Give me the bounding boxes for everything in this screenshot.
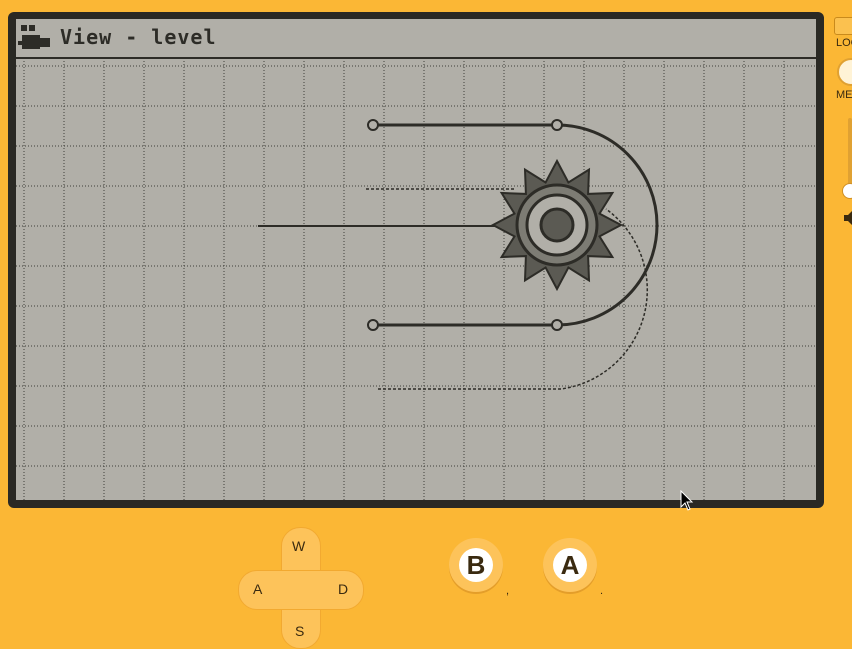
volume-slider-knob[interactable]	[842, 183, 852, 199]
sawblade-ring	[539, 207, 575, 243]
dpad-center	[282, 571, 318, 607]
track-node	[367, 319, 379, 331]
b-button-label: B	[459, 548, 493, 582]
track-node	[551, 319, 563, 331]
lock-label: LOC	[836, 37, 852, 49]
level-grid	[16, 61, 816, 500]
b-key-hint: ,	[506, 585, 510, 597]
a-key-hint: .	[600, 585, 604, 597]
game-screen[interactable]: View - level	[16, 19, 816, 500]
b-button[interactable]: B	[449, 538, 503, 592]
menu-label: MEN	[836, 89, 852, 101]
dpad-up-button[interactable]: W	[292, 538, 305, 554]
volume-slider[interactable]	[848, 118, 852, 190]
a-button[interactable]: A	[543, 538, 597, 592]
dpad-down-button[interactable]: S	[295, 623, 304, 639]
menu-button[interactable]	[837, 58, 852, 86]
level-canvas	[16, 61, 816, 500]
side-panel: LOC MEN	[830, 0, 852, 635]
speaker-icon[interactable]	[844, 210, 852, 226]
dpad-right-button[interactable]: D	[338, 581, 348, 597]
track-node	[551, 119, 563, 131]
sawblade-icon	[490, 158, 624, 292]
mouse-cursor-icon	[680, 490, 694, 511]
lock-button[interactable]	[834, 17, 852, 35]
track-node	[367, 119, 379, 131]
dpad-left-button[interactable]: A	[253, 581, 262, 597]
a-button-label: A	[553, 548, 587, 582]
